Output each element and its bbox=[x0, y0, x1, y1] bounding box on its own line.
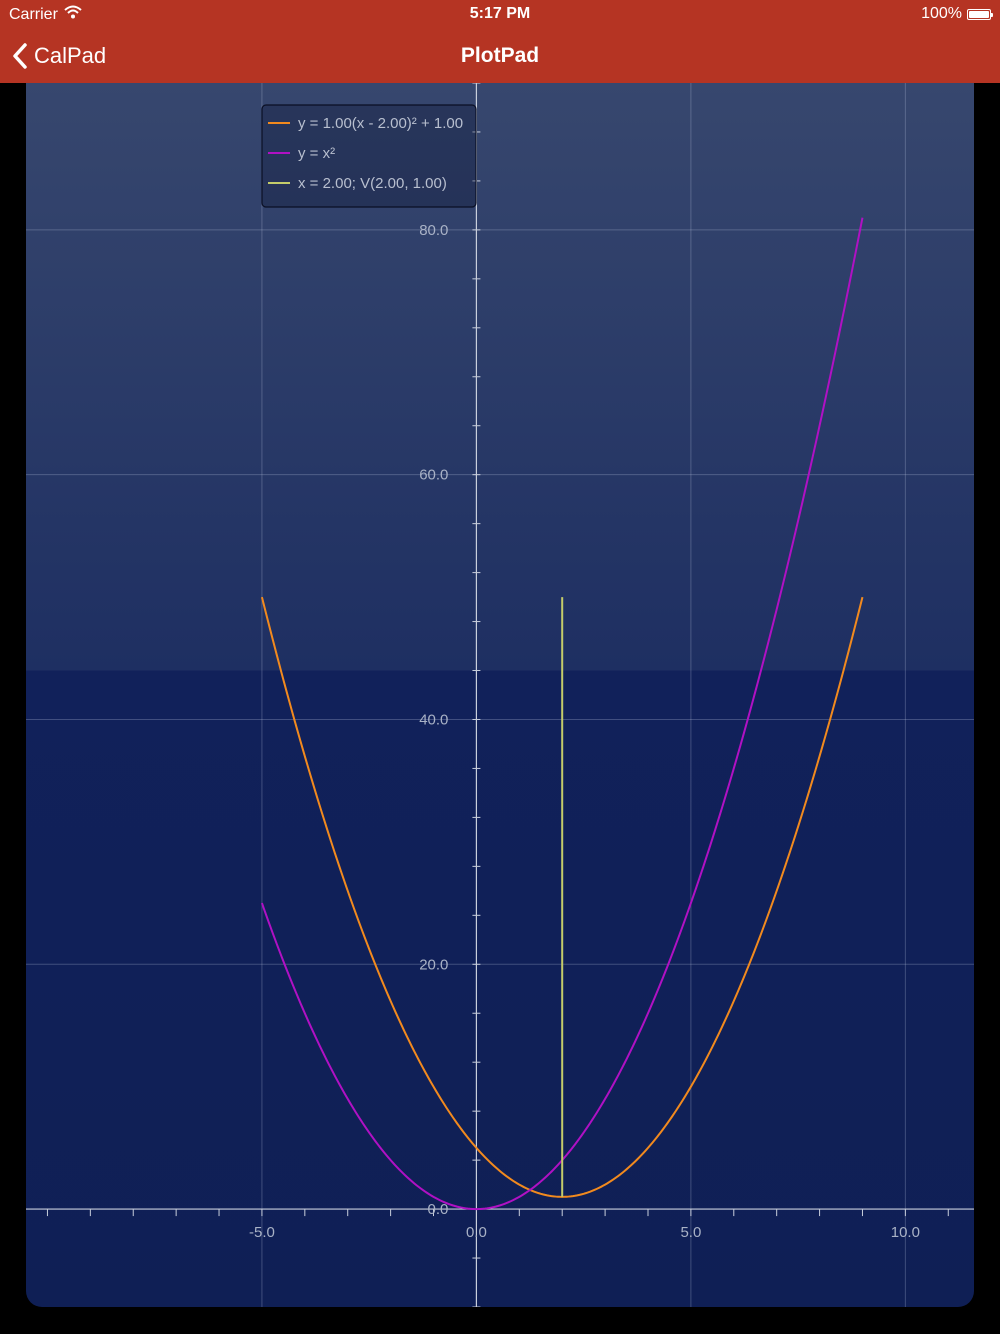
plot-area[interactable]: -5.0 0.0 5.0 10.0 0.0 20.0 40.0 60.0 80.0 y = 1.… bbox=[26, 83, 974, 1307]
legend-label: x = 2.00; V(2.00, 1.00) bbox=[298, 175, 447, 192]
back-button[interactable]: CalPad bbox=[12, 28, 106, 83]
grid-lines bbox=[26, 83, 974, 1307]
plot-series bbox=[260, 217, 864, 1211]
page-title: PlotPad bbox=[460, 44, 540, 67]
status-time: 5:17 PM bbox=[469, 5, 531, 22]
legend[interactable]: y = 1.00(x - 2.00)² + 1.00 y = x² x = 2.00… bbox=[261, 104, 477, 208]
chevron-left-icon bbox=[12, 42, 28, 69]
x-tick-label: -5.0 bbox=[249, 1224, 275, 1241]
plot-svg: -5.0 0.0 5.0 10.00.020.040.060.080.0 y = 1.… bbox=[26, 83, 974, 1307]
axes: -5.0 0.0 5.0 10.00.020.040.060.080.0 bbox=[26, 83, 974, 1307]
y-tick-label: 20.0 bbox=[419, 956, 448, 973]
legend-label: y = x² bbox=[298, 145, 335, 162]
y-tick-label: 40.0 bbox=[419, 711, 448, 728]
x-tick-label: 10.0 bbox=[891, 1224, 920, 1241]
battery-percent: 100% bbox=[921, 5, 962, 22]
y-tick-label: 60.0 bbox=[419, 467, 448, 484]
x-tick-label: 0.0 bbox=[466, 1224, 487, 1241]
legend-label: y = 1.00(x - 2.00)² + 1.00 bbox=[298, 115, 463, 132]
status-right: 100% bbox=[921, 5, 993, 23]
battery-level bbox=[969, 10, 989, 18]
x-tick-label: 5.0 bbox=[680, 1224, 701, 1241]
navigation-bar: CalPad PlotPad bbox=[0, 28, 1000, 83]
battery-icon bbox=[967, 8, 993, 20]
y-tick-label: 80.0 bbox=[419, 222, 448, 239]
back-label: CalPad bbox=[34, 42, 107, 68]
status-bar: Carrier 5:17 PM 100% bbox=[0, 0, 1000, 28]
